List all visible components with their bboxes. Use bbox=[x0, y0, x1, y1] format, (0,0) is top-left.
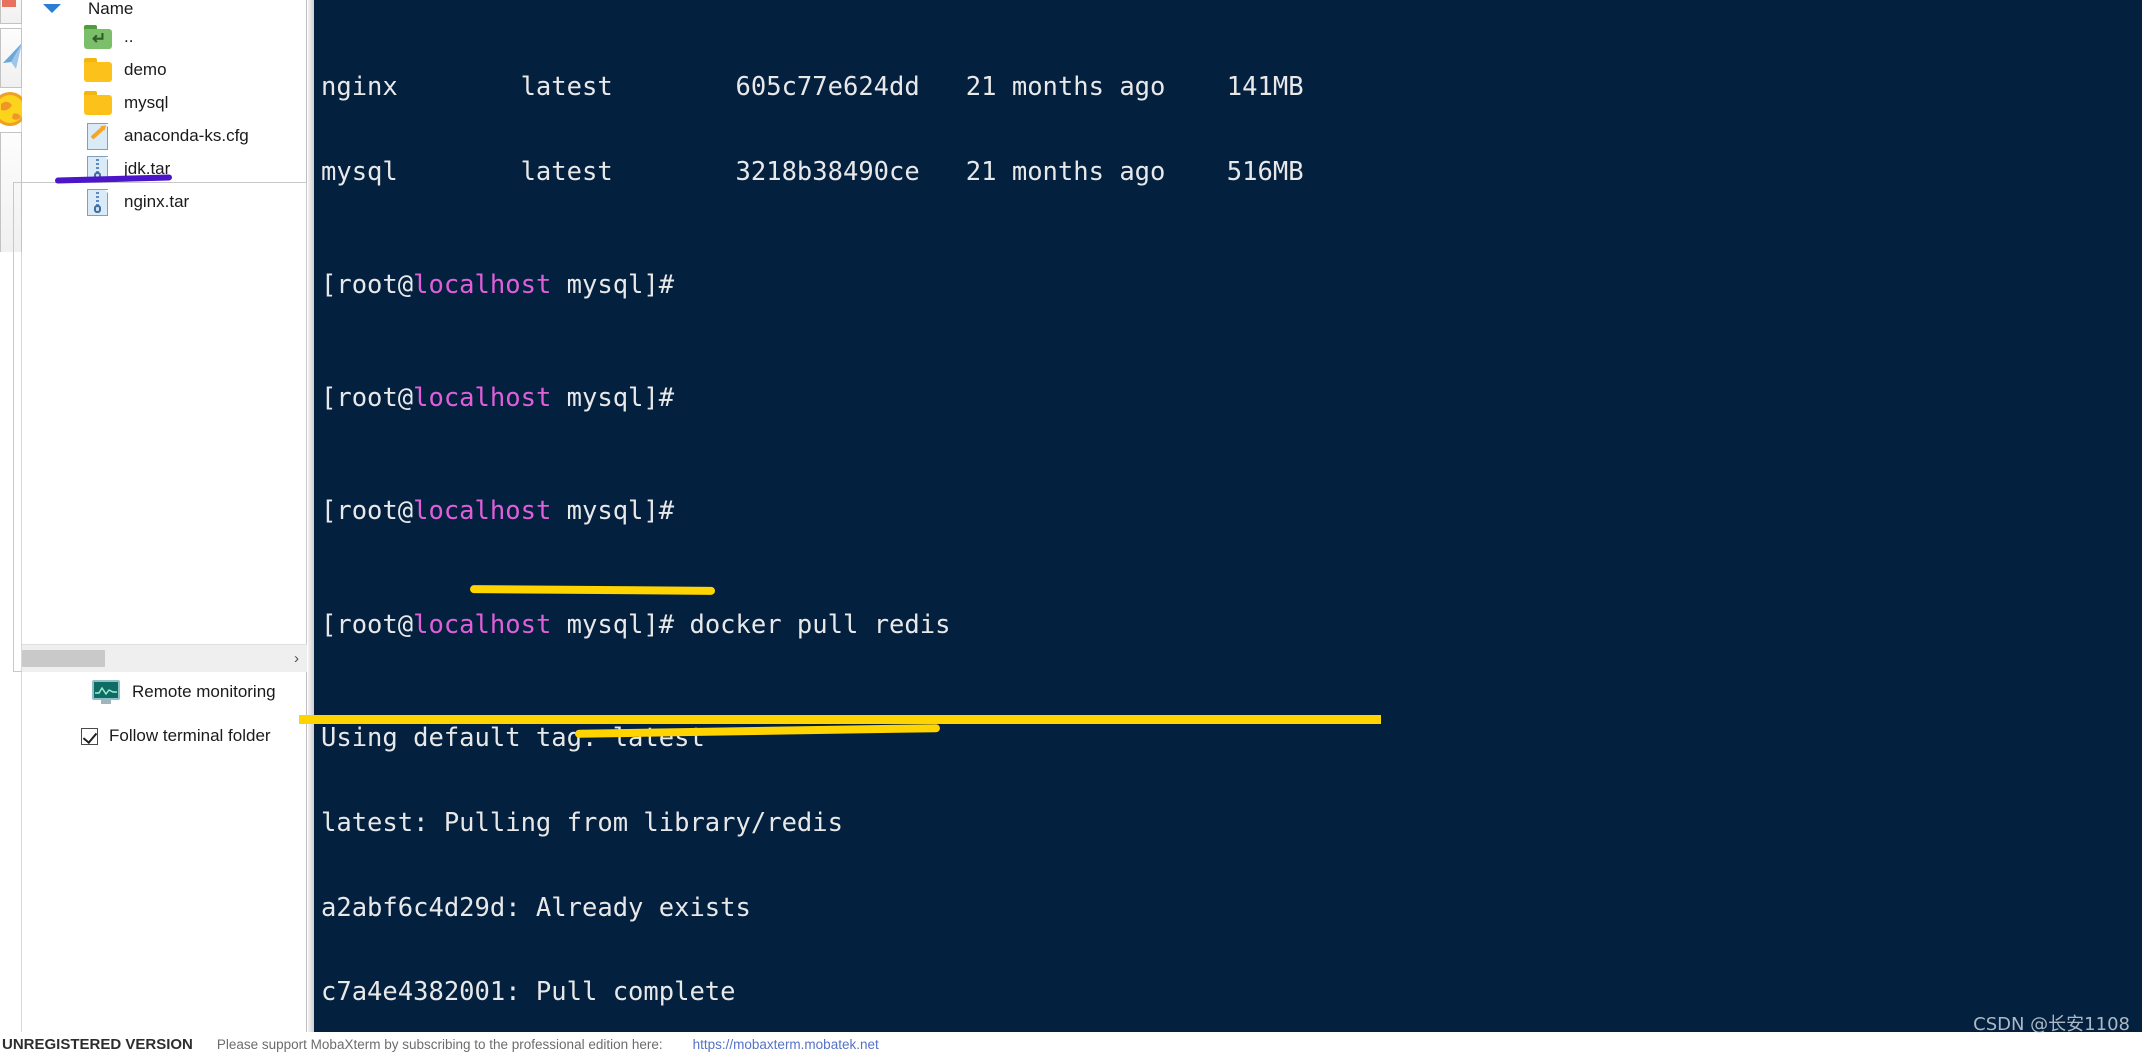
remote-monitoring-label: Remote monitoring bbox=[132, 682, 276, 701]
monitor-icon bbox=[91, 679, 121, 705]
config-file-icon bbox=[83, 122, 113, 150]
terminal-line: Using default tag: latest bbox=[321, 722, 705, 753]
prompt-dir: mysql]# bbox=[551, 609, 690, 640]
file-name: nginx.tar bbox=[124, 191, 190, 211]
app-window: Name ↵ .. demo mysql anaconda-ks.cfg jdk… bbox=[0, 0, 2142, 1054]
watermark: CSDN @长安1108 bbox=[1973, 1014, 2130, 1035]
terminal-line: c7a4e4382001: Pull complete bbox=[321, 977, 736, 1008]
rail-button-2[interactable] bbox=[0, 28, 22, 88]
terminal-prompt-line: [root@localhost mysql]# bbox=[321, 271, 1534, 299]
status-bar-link[interactable]: https://mobaxterm.mobatek.net bbox=[693, 1037, 879, 1052]
terminal-prompt-line: [root@localhost mysql]# bbox=[321, 497, 1534, 525]
prompt-dir: mysql]# bbox=[551, 383, 690, 414]
unregistered-version-label: UNREGISTERED VERSION bbox=[2, 1035, 193, 1053]
prompt-dir: mysql]# bbox=[551, 269, 690, 300]
file-name: demo bbox=[124, 59, 167, 79]
folder-icon bbox=[83, 57, 113, 83]
prompt-user: [root@ bbox=[321, 269, 414, 300]
prompt-host: localhost bbox=[413, 269, 552, 300]
column-header-name[interactable]: Name bbox=[88, 0, 133, 19]
prompt-user: [root@ bbox=[321, 609, 414, 640]
prompt-host: localhost bbox=[413, 496, 552, 527]
file-name: .. bbox=[124, 26, 134, 46]
file-name: anaconda-ks.cfg bbox=[124, 125, 249, 145]
list-item[interactable]: nginx.tar bbox=[22, 185, 307, 218]
terminal-line: mysql latest 3218b38490ce 21 months ago … bbox=[321, 156, 1304, 187]
paper-plane-icon bbox=[3, 44, 21, 69]
status-bar: UNREGISTERED VERSION Please support Moba… bbox=[0, 1034, 2142, 1054]
terminal-line: latest: Pulling from library/redis bbox=[321, 807, 843, 838]
scroll-right-arrow-icon[interactable]: › bbox=[286, 650, 307, 667]
list-item[interactable]: mysql bbox=[22, 86, 307, 119]
command-text: docker pull redis bbox=[689, 609, 951, 640]
remote-monitoring-item[interactable]: Remote monitoring bbox=[22, 674, 307, 710]
bookmark-icon bbox=[2, 0, 16, 7]
prompt-user: [root@ bbox=[321, 496, 414, 527]
list-item[interactable]: anaconda-ks.cfg bbox=[22, 119, 307, 152]
file-name: mysql bbox=[124, 92, 169, 112]
terminal-pane[interactable]: nginx latest 605c77e624dd 21 months ago … bbox=[308, 0, 2142, 1032]
list-item[interactable]: demo bbox=[22, 53, 307, 86]
follow-terminal-folder-option[interactable]: Follow terminal folder bbox=[22, 718, 307, 754]
file-list: ↵ .. demo mysql anaconda-ks.cfg jdk.tar … bbox=[22, 20, 307, 218]
list-item[interactable]: ↵ .. bbox=[22, 20, 307, 53]
prompt-user: [root@ bbox=[321, 383, 414, 414]
scrollbar-thumb[interactable] bbox=[22, 650, 105, 667]
rail-button-1[interactable] bbox=[0, 0, 22, 24]
terminal-prompt-line: [root@localhost mysql]# bbox=[321, 384, 1534, 412]
terminal-line: a2abf6c4d29d: Already exists bbox=[321, 892, 751, 923]
file-browser-header: Name bbox=[22, 0, 307, 18]
archive-file-icon bbox=[83, 188, 113, 216]
waveform-icon bbox=[95, 687, 117, 695]
sort-descending-caret-icon[interactable] bbox=[43, 4, 61, 13]
prompt-dir: mysql]# bbox=[551, 496, 690, 527]
prompt-host: localhost bbox=[413, 609, 552, 640]
prompt-host: localhost bbox=[413, 383, 552, 414]
terminal-prompt-line: [root@localhost mysql]# docker pull redi… bbox=[321, 609, 1534, 640]
terminal-line: nginx latest 605c77e624dd 21 months ago … bbox=[321, 71, 1304, 102]
follow-terminal-folder-checkbox[interactable] bbox=[81, 727, 98, 745]
file-browser-panel: Name ↵ .. demo mysql anaconda-ks.cfg jdk… bbox=[22, 0, 307, 1032]
rail-button-4[interactable] bbox=[0, 132, 22, 252]
left-tool-rail bbox=[0, 0, 25, 1032]
folder-up-icon: ↵ bbox=[83, 24, 113, 50]
status-bar-message: Please support MobaXterm by subscribing … bbox=[216, 1036, 663, 1052]
folder-icon bbox=[83, 90, 113, 116]
follow-terminal-folder-label: Follow terminal folder bbox=[109, 726, 271, 745]
pane-splitter[interactable] bbox=[308, 0, 314, 1032]
terminal-output: nginx latest 605c77e624dd 21 months ago … bbox=[321, 0, 1534, 1032]
